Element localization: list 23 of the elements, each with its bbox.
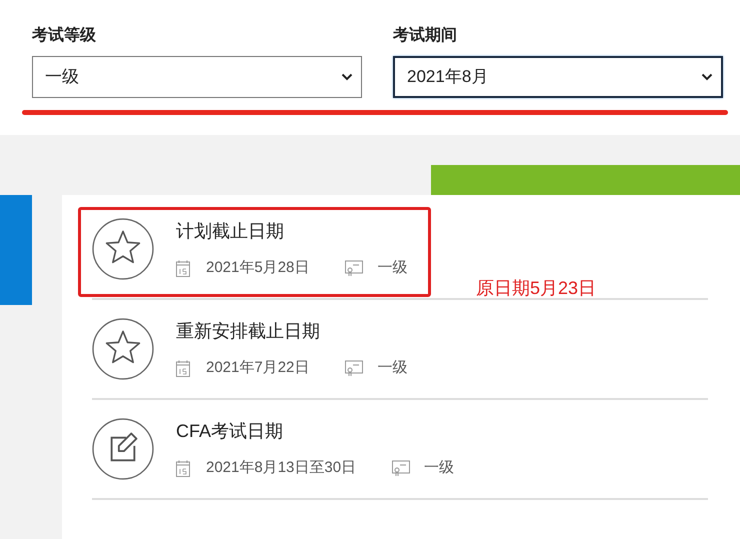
event-level: 一级 <box>377 358 408 378</box>
edit-icon <box>92 418 154 480</box>
calendar-icon <box>176 460 190 477</box>
event-level: 一级 <box>424 458 454 478</box>
certificate-icon <box>345 360 364 377</box>
event-date: 2021年7月22日 <box>206 358 310 378</box>
field-label: 考试期间 <box>393 26 458 46</box>
event-date: 2021年5月28日 <box>206 258 310 278</box>
annotation-note: 原日期5月23日 <box>476 277 596 300</box>
event-date: 2021年8月13日至30日 <box>206 458 356 478</box>
event-title: 计划截止日期 <box>176 220 285 244</box>
certificate-icon <box>345 260 364 277</box>
certificate-icon <box>392 460 410 477</box>
field-label: 考试等级 <box>32 26 97 46</box>
dropdown-select[interactable]: 2021年8月 <box>393 56 723 98</box>
chevron-down-icon <box>701 73 713 81</box>
event-title: CFA考试日期 <box>176 420 284 444</box>
event-title: 重新安排截止日期 <box>176 320 321 344</box>
dropdown-select[interactable]: 一级 <box>32 56 362 98</box>
calendar-icon <box>176 260 190 277</box>
calendar-icon <box>176 360 190 377</box>
event-level: 一级 <box>377 258 408 278</box>
chevron-down-icon <box>341 73 353 81</box>
